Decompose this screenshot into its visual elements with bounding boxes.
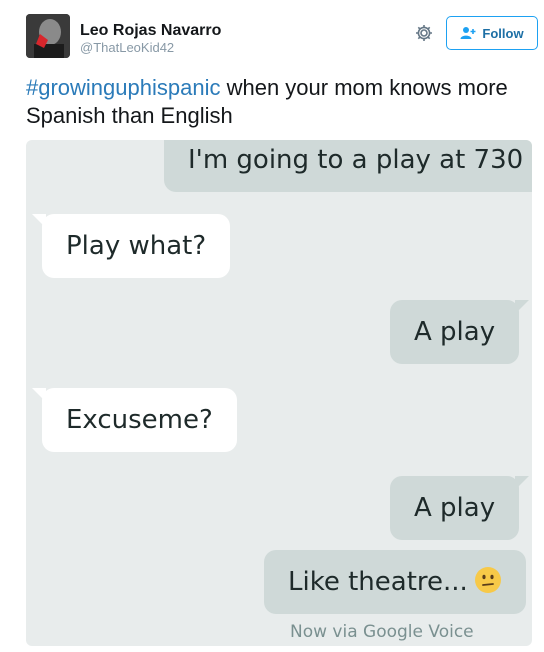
tweet-media-screenshot[interactable]: I'm going to a play at 730 Play what? A …	[26, 140, 532, 646]
message-bubble-incoming: Play what?	[31, 214, 231, 278]
message-bubble-incoming: Excuseme?	[32, 388, 237, 452]
message-bubble-outgoing: A play	[390, 476, 530, 540]
user-handle[interactable]: @ThatLeoKid42	[80, 40, 221, 56]
message-bubble-outgoing: I'm going to a play at 730	[164, 140, 532, 192]
user-names: Leo Rojas Navarro @ThatLeoKid42	[80, 22, 221, 56]
follow-button[interactable]: Follow	[446, 16, 538, 50]
message-bubble-outgoing: A play	[390, 300, 530, 364]
message-status: Now via Google Voice	[290, 622, 474, 642]
hashtag-link[interactable]: #growinguphispanic	[26, 75, 220, 100]
avatar[interactable]	[26, 14, 70, 58]
tweet-text: #growinguphispanic when your mom knows m…	[26, 74, 526, 130]
neutral-face-emoji-icon	[474, 567, 501, 593]
avatar-image	[26, 14, 70, 58]
display-name[interactable]: Leo Rojas Navarro	[80, 22, 221, 40]
tweet-header: Leo Rojas Navarro @ThatLeoKid42 Follow	[26, 14, 538, 62]
gear-icon[interactable]	[414, 23, 434, 43]
message-bubble-outgoing: Like theatre...	[264, 550, 526, 614]
add-user-icon	[460, 27, 476, 39]
follow-label: Follow	[482, 25, 524, 41]
